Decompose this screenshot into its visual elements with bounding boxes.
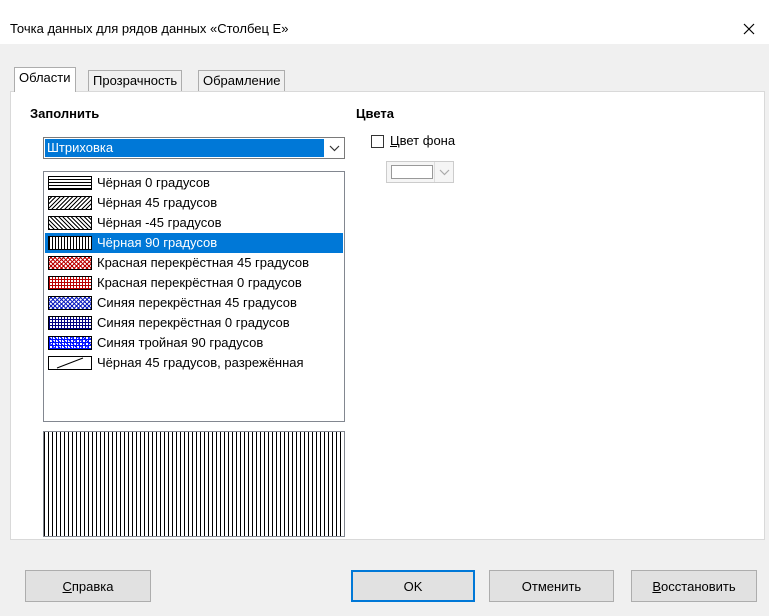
help-button[interactable]: Справка <box>25 570 151 602</box>
hatch-list[interactable]: Чёрная 0 градусов Чёрная 45 градусов Чёр… <box>43 171 345 422</box>
button-label: правка <box>71 578 114 594</box>
accelerator-letter: С <box>62 578 72 594</box>
list-item[interactable]: Красная перекрёстная 45 градусов <box>45 253 343 273</box>
list-item[interactable]: Чёрная 0 градусов <box>45 173 343 193</box>
accelerator-letter: В <box>652 578 662 594</box>
list-item-label: Синяя тройная 90 градусов <box>97 335 264 350</box>
tab-borders[interactable]: Обрамление <box>198 70 286 92</box>
close-button[interactable] <box>729 14 769 44</box>
cancel-button[interactable]: Отменить <box>489 570 614 602</box>
hatch-swatch-icon <box>48 276 92 290</box>
hatch-swatch-icon <box>48 256 92 270</box>
label-rest: вет фона <box>399 133 456 148</box>
list-item-label: Красная перекрёстная 45 градусов <box>97 255 309 270</box>
list-item[interactable]: Синяя перекрёстная 0 градусов <box>45 313 343 333</box>
list-item[interactable]: Чёрная -45 градусов <box>45 213 343 233</box>
ok-button[interactable]: OK <box>351 570 475 602</box>
list-item[interactable]: Синяя перекрёстная 45 градусов <box>45 293 343 313</box>
hatch-swatch-icon <box>48 236 92 250</box>
list-item-label: Чёрная 90 градусов <box>97 235 218 250</box>
button-label: Отменить <box>521 578 582 594</box>
tab-areas[interactable]: Области <box>14 67 76 92</box>
fill-section-label: Заполнить <box>30 106 100 121</box>
accelerator-letter: Ц <box>390 133 400 148</box>
tab-label: Прозрачность <box>93 73 178 88</box>
tab-label: Обрамление <box>203 73 281 88</box>
chevron-down-icon <box>434 162 453 182</box>
background-color-dropdown <box>386 161 454 183</box>
hatch-swatch-icon <box>48 336 92 350</box>
list-item-label: Чёрная 45 градусов <box>97 195 218 210</box>
window-title: Точка данных для рядов данных «Столбец E… <box>10 21 289 36</box>
chevron-down-icon[interactable] <box>325 138 344 158</box>
colors-section-label: Цвета <box>356 106 394 121</box>
fill-type-value: Штриховка <box>45 139 324 157</box>
hatch-preview <box>43 431 345 537</box>
list-item[interactable]: Чёрная 45 градусов, разрежённая <box>45 353 343 373</box>
hatch-swatch-icon <box>48 176 92 190</box>
tab-transparency[interactable]: Прозрачность <box>88 70 183 92</box>
list-item-label: Синяя перекрёстная 0 градусов <box>97 315 290 330</box>
hatch-swatch-icon <box>48 196 92 210</box>
hatch-swatch-icon <box>48 296 92 310</box>
reset-button[interactable]: Восстановить <box>631 570 757 602</box>
list-item-label: Красная перекрёстная 0 градусов <box>97 275 302 290</box>
background-color-checkbox[interactable] <box>371 135 384 148</box>
hatch-swatch-icon <box>48 356 92 370</box>
hatch-swatch-icon <box>48 216 92 230</box>
list-item-selected[interactable]: Чёрная 90 градусов <box>45 233 343 253</box>
list-item[interactable]: Чёрная 45 градусов <box>45 193 343 213</box>
list-item-label: Чёрная -45 градусов <box>97 215 222 230</box>
button-label: OK <box>403 578 423 594</box>
list-item[interactable]: Красная перекрёстная 0 градусов <box>45 273 343 293</box>
close-icon <box>743 23 755 35</box>
background-color-label[interactable]: Цвет фона <box>390 133 455 148</box>
tab-label: Области <box>19 70 71 85</box>
color-swatch <box>391 165 433 179</box>
list-item-label: Синяя перекрёстная 45 градусов <box>97 295 297 310</box>
button-label: осстановить <box>661 578 736 594</box>
fill-type-dropdown[interactable]: Штриховка <box>43 137 345 159</box>
title-bar: Точка данных для рядов данных «Столбец E… <box>0 0 769 44</box>
hatch-swatch-icon <box>48 316 92 330</box>
list-item-label: Чёрная 45 градусов, разрежённая <box>97 355 304 370</box>
list-item-label: Чёрная 0 градусов <box>97 175 210 190</box>
list-item[interactable]: Синяя тройная 90 градусов <box>45 333 343 353</box>
